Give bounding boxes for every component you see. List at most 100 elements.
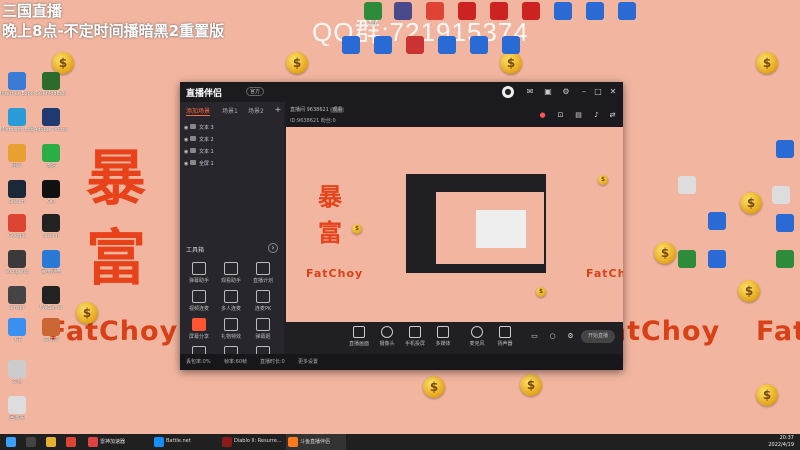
source-item[interactable]: ◉ 全屏 1 [184, 160, 214, 168]
desktop-icon[interactable] [398, 36, 432, 54]
desktop-icon-doc[interactable] [768, 214, 800, 232]
desktop-icon[interactable] [482, 2, 516, 20]
start-live-button[interactable]: 开始直播 [581, 330, 615, 343]
desktop-icon[interactable] [578, 2, 612, 20]
tab-scene-2[interactable]: 场景2 [248, 106, 264, 115]
tool-danmu[interactable]: 弹幕助手 [184, 262, 214, 284]
desktop-icon-doc[interactable] [700, 212, 734, 230]
taskbar-app-label[interactable]: Diablo II: Resurre... [234, 438, 282, 444]
minimize-icon[interactable]: – [578, 86, 590, 98]
desktop-icon[interactable]: QQ [34, 180, 68, 205]
speaker-button[interactable]: 扬声器 [490, 326, 520, 347]
desktop-icon-file[interactable] [670, 176, 704, 194]
avatar[interactable]: ● [502, 86, 514, 98]
bell-icon[interactable]: ♪ [592, 111, 601, 120]
circle-icon[interactable]: ○ [548, 332, 557, 341]
desktop-icon[interactable] [366, 36, 400, 54]
desktop-icon[interactable] [610, 2, 644, 20]
desktop-icon-sheet[interactable] [670, 250, 704, 268]
taskbar-active-item[interactable]: 斗鱼直播伴侣 [286, 434, 346, 450]
desktop-icon[interactable] [386, 2, 420, 20]
gear-icon[interactable]: ⚙ [566, 332, 575, 341]
desktop-icon-label: Adobe Photosh... [34, 127, 68, 133]
taskbar-app-label[interactable]: Battle.net [166, 438, 191, 444]
desktop-icon[interactable]: amzer [0, 286, 34, 311]
desktop-icon[interactable] [430, 36, 464, 54]
explorer-icon[interactable] [46, 437, 56, 447]
desktop-icon-doc[interactable] [768, 140, 800, 158]
desktop-icon[interactable] [494, 36, 528, 54]
tool-multi-link[interactable]: 多人连麦 [216, 290, 246, 312]
desktop-icon[interactable]: 文件夹 [34, 318, 68, 343]
app-icon [42, 144, 60, 162]
tool-screen-share[interactable]: 屏幕分享 [184, 318, 214, 340]
desktop-icon[interactable]: 微信 [34, 144, 68, 169]
desktop-icon-doc[interactable] [700, 250, 734, 268]
desktop-icon[interactable] [514, 2, 548, 20]
desktop-icon[interactable] [334, 36, 368, 54]
tab-add-scene[interactable]: 添加场景 [186, 106, 211, 116]
status-settings[interactable]: 更多设置 [298, 358, 318, 365]
multimedia-button[interactable]: 多媒体 [428, 326, 458, 347]
desktop-icon[interactable]: Steam [34, 214, 68, 239]
lock-icon[interactable]: ⊡ [556, 111, 565, 120]
toolbox-more-icon[interactable]: › [268, 243, 278, 253]
gift-icon[interactable]: ▣ [542, 86, 554, 98]
taskbar-app-icon[interactable] [88, 437, 98, 447]
desktop-icon[interactable] [450, 2, 484, 20]
layout-icon[interactable]: ▤ [574, 111, 583, 120]
phone-cast-button[interactable]: 手机投屏 [400, 326, 430, 347]
desktop-icon[interactable]: 图片 [0, 144, 34, 169]
tool-pk[interactable]: 连麦PK [248, 290, 278, 312]
desktop-icon[interactable]: Microsoft Edge [0, 108, 34, 133]
desktop-icon[interactable]: Adobe Photosh... [34, 108, 68, 133]
search-icon[interactable] [26, 437, 36, 447]
start-icon[interactable] [6, 437, 16, 447]
desktop-icon[interactable]: Internet Explorer [0, 72, 34, 97]
desktop-icon-file[interactable] [764, 186, 798, 204]
tab-scene-1[interactable]: 场景1 [222, 106, 238, 115]
microphone-button[interactable]: 麦克风 [462, 326, 492, 347]
source-item[interactable]: ◉ 文本 1 [184, 148, 214, 156]
desktop-icon[interactable] [418, 2, 452, 20]
desktop-icon[interactable] [462, 36, 496, 54]
tool-video-link[interactable]: 视频连麦 [184, 290, 214, 312]
add-scene-icon[interactable]: + [272, 104, 284, 116]
app-icon [42, 286, 60, 304]
chrome-icon[interactable] [66, 437, 76, 447]
video-icon[interactable]: ▭ [530, 332, 539, 341]
taskbar-app-label[interactable]: 雷神加速器 [100, 438, 125, 445]
source-item[interactable]: ◉ 文本 3 [184, 124, 214, 132]
close-icon[interactable]: ✕ [607, 86, 619, 98]
preview-canvas[interactable]: 暴 富 FatChoy FatChoy $ $ $ [286, 127, 623, 337]
camera-button[interactable]: 摄像头 [372, 326, 402, 347]
tool-danmu-ji[interactable]: 弹幕姬 [248, 318, 278, 340]
taskbar-app-icon[interactable] [222, 437, 232, 447]
desktop-icon[interactable]: 回收站 [0, 396, 34, 421]
taskbar-app-icon[interactable] [154, 437, 164, 447]
desktop-icon[interactable]: 文档 [0, 360, 34, 385]
share-icon[interactable]: ⇄ [608, 111, 617, 120]
tool-gift-fx[interactable]: 礼物特效 [216, 318, 246, 340]
preview-big-char: 富 [318, 218, 342, 247]
desktop-icon[interactable]: WeGame [34, 286, 68, 311]
tool-plan[interactable]: 直播计划 [248, 262, 278, 284]
scene-panel: 添加场景 场景1 场景2 + ◉ 文本 3 ◉ 文本 2 ◉ 文本 1 ◉ 全屏… [180, 102, 284, 370]
live-screen-button[interactable]: 直播画面 [344, 326, 374, 347]
desktop-icon[interactable]: Steam [0, 180, 34, 205]
desktop-icon-sheet[interactable] [768, 250, 800, 268]
desktop-icon[interactable]: 飞书 [0, 318, 34, 343]
desktop-icon[interactable]: soulgenp [0, 250, 34, 275]
maximize-icon[interactable]: □ [592, 86, 604, 98]
system-clock[interactable]: 20:37 2022/4/19 [768, 435, 794, 449]
message-icon[interactable]: ✉ [524, 86, 536, 98]
desktop-icon[interactable]: Google [0, 214, 34, 239]
tool-viewer[interactable]: 观看助手 [216, 262, 246, 284]
desktop-icon[interactable]: 百度网盘 [34, 250, 68, 275]
settings-icon[interactable]: ⚙ [560, 86, 572, 98]
source-item[interactable]: ◉ 文本 2 [184, 136, 214, 144]
desktop-icon[interactable]: 360 [356, 2, 390, 27]
record-icon[interactable]: ● [538, 111, 547, 120]
desktop-icon[interactable] [546, 2, 580, 20]
desktop-icon[interactable]: SCRModEdit [34, 72, 68, 97]
